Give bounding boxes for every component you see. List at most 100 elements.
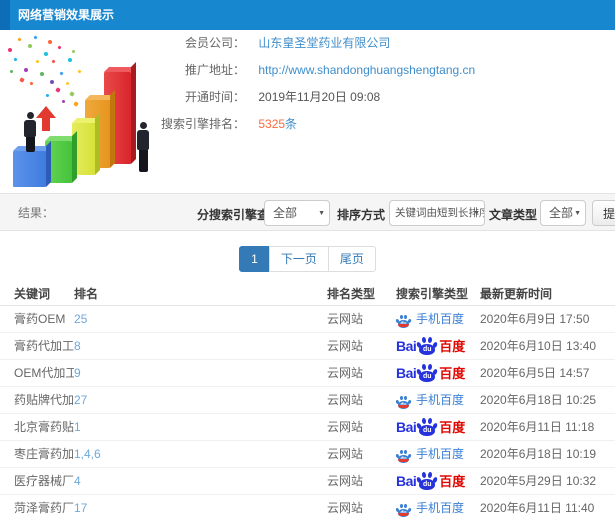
article-type-label: 文章类型 — [489, 208, 538, 222]
baidu-logo: Bai du 百度 — [396, 468, 465, 494]
keyword-cell: 菏泽膏药厂家 — [14, 501, 74, 515]
up-arrow-icon — [36, 106, 56, 131]
businessman-figure-right — [137, 122, 149, 172]
mobile-baidu-label: 手机百度 — [416, 311, 465, 326]
rank-link[interactable]: 27 — [74, 387, 327, 413]
rank-link[interactable]: 1 — [74, 414, 327, 440]
engine-cell: Bai du 百度 — [396, 468, 480, 494]
promo-url-link[interactable]: http://www.shandonghuangshengtang.cn — [258, 63, 475, 77]
baidu-wordmark: Bai — [396, 418, 417, 435]
table-row: 枣庄膏药加工 1,4,6 云网站 du 手机百度 2020年6月18日 10:19 — [0, 441, 615, 468]
marketing-report-page: 网络营销效果展示 会员公司： 山东皇圣堂药业有限公司 推广地址： http://… — [0, 0, 615, 520]
rank-type-cell: 云网站 — [327, 393, 364, 407]
keyword-cell: 药贴牌代加工 — [14, 393, 74, 407]
mobile-baidu-logo: du 手机百度 — [396, 495, 464, 520]
mobile-baidu-label: 手机百度 — [416, 500, 465, 515]
header-updated: 最新更新时间 — [480, 287, 553, 301]
member-company-row: 会员公司： 山东皇圣堂药业有限公司 — [0, 30, 615, 57]
updated-cell: 2020年6月10日 13:40 — [480, 339, 597, 353]
last-page-button[interactable]: 尾页 — [327, 246, 376, 272]
updated-cell: 2020年6月18日 10:19 — [480, 447, 597, 461]
ranking-count-suffix[interactable]: 条 — [285, 117, 297, 131]
updated-cell: 2020年6月9日 17:50 — [480, 312, 590, 326]
rank-link[interactable]: 4 — [74, 468, 327, 494]
rank-type-cell: 云网站 — [327, 501, 364, 515]
mobile-baidu-label: 手机百度 — [416, 446, 465, 461]
member-company-label: 会员公司： — [184, 36, 245, 50]
baidu-paw-icon: du — [416, 363, 439, 382]
mobile-baidu-logo: du 手机百度 — [396, 441, 464, 467]
keyword-cell: OEM代加工 — [14, 366, 74, 380]
next-page-button[interactable]: 下一页 — [268, 246, 329, 272]
keyword-cell: 北京膏药贴牌 — [14, 420, 74, 434]
updated-cell: 2020年6月11日 11:18 — [480, 420, 595, 434]
sort-select[interactable]: 关键词由短到长排序 ▼ — [389, 200, 485, 226]
engine-cell: du 手机百度 — [396, 306, 480, 332]
baidu-cn-label: 百度 — [439, 338, 466, 354]
result-label: 结果： — [18, 206, 55, 220]
engine-cell: Bai du 百度 — [396, 360, 480, 386]
table-row: 北京膏药贴牌 1 云网站 Baidu百度 2020年6月11日 11:18 — [0, 414, 615, 441]
submit-button[interactable]: 提交 — [592, 200, 615, 226]
engine-cell: Bai du 百度 — [396, 333, 480, 359]
header-rank-type: 排名类型 — [327, 287, 376, 301]
engine-select[interactable]: 全部 ▼ — [264, 200, 330, 226]
bar-blue — [13, 151, 46, 187]
header-rank: 排名 — [74, 287, 99, 301]
rank-link[interactable]: 1,4,6 — [74, 441, 327, 467]
table-row: 膏药代加工 8 云网站 Bai du 百度 2020年6月10日 13:40 — [0, 333, 615, 360]
baidu-wordmark: Bai — [396, 337, 417, 354]
baidu-logo: Bai du 百度 — [396, 333, 465, 359]
baidu-wordmark: Bai — [396, 472, 417, 489]
member-company-link[interactable]: 山东皇圣堂药业有限公司 — [258, 36, 390, 50]
rank-link[interactable]: 25 — [74, 306, 327, 332]
rank-type-cell: 云网站 — [327, 420, 364, 434]
rank-link[interactable]: 9 — [74, 360, 327, 386]
rank-type-cell: 云网站 — [327, 312, 364, 326]
table-row: 医疗器械厂家 4 云网站 Baidu百度 2020年5月29日 10:32 — [0, 468, 615, 495]
table-row: 菏泽膏药厂家 17 云网站 du 手机百度 2020年6月11日 11:40 — [0, 495, 615, 520]
baidu-cn-label: 百度 — [439, 419, 466, 435]
engine-cell: du 手机百度 — [396, 495, 480, 520]
table-header-row: 关键词 排名 排名类型 搜索引擎类型 最新更新时间 — [0, 283, 615, 306]
mobile-baidu-logo: du 手机百度 — [396, 387, 464, 413]
mobile-baidu-icon: du — [396, 500, 412, 517]
mobile-baidu-icon: du — [396, 311, 412, 328]
chevron-down-icon: ▼ — [574, 210, 581, 217]
title-bar-accent — [0, 0, 10, 30]
rank-link[interactable]: 8 — [74, 333, 327, 359]
baidu-paw-icon: du — [416, 471, 439, 490]
sort-filter-label: 排序方式 — [337, 208, 386, 222]
baidu-paw-icon: du — [416, 417, 439, 436]
keyword-cell: 枣庄膏药加工 — [14, 447, 74, 461]
engine-cell: du 手机百度 — [396, 387, 480, 413]
engine-cell: Bai du 百度 — [396, 414, 480, 440]
baidu-logo: Bai du 百度 — [396, 360, 465, 386]
rank-type-cell: 云网站 — [327, 366, 364, 380]
mobile-baidu-logo: du 手机百度 — [396, 306, 464, 332]
updated-cell: 2020年6月5日 14:57 — [480, 366, 590, 380]
rank-type-cell: 云网站 — [327, 474, 364, 488]
rank-type-cell: 云网站 — [327, 339, 364, 353]
filter-bar: 结果： 分搜索引擎查看 全部 ▼ 排序方式 关键词由短到长排序 ▼ 文章类型 全部 ▼… — [0, 193, 615, 231]
updated-cell: 2020年5月29日 10:32 — [480, 474, 597, 488]
title-bar: 网络营销效果展示 — [0, 0, 615, 30]
keyword-cell: 医疗器械厂家 — [14, 474, 74, 488]
page-1-button[interactable]: 1 — [239, 246, 270, 272]
baidu-logo: Bai du 百度 — [396, 414, 465, 440]
page-title: 网络营销效果展示 — [18, 8, 115, 22]
table-body: 膏药OEM 25 云网站 du 手机百度 2020年6月9日 17:50 膏药代加… — [0, 306, 615, 520]
pagination: 1 下一页 尾页 — [0, 246, 615, 272]
article-type-select[interactable]: 全部 ▼ — [540, 200, 586, 226]
promo-url-row: 推广地址： http://www.shandonghuangshengtang.… — [0, 57, 615, 84]
mobile-baidu-icon: du — [396, 446, 412, 463]
rankings-table: 关键词 排名 排名类型 搜索引擎类型 最新更新时间 膏药OEM 25 云网站 d… — [0, 283, 615, 520]
baidu-paw-icon: du — [416, 336, 439, 355]
rank-link[interactable]: 17 — [74, 495, 327, 520]
table-row: 药贴牌代加工 27 云网站 du 手机百度 2020年6月18日 10:25 — [0, 387, 615, 414]
keyword-cell: 膏药OEM — [14, 312, 66, 326]
open-time-value: 2019年11月20日 09:08 — [258, 90, 381, 104]
keyword-cell: 膏药代加工 — [14, 339, 74, 353]
ranking-count-value: 5325 — [258, 117, 286, 131]
table-row: 膏药OEM 25 云网站 du 手机百度 2020年6月9日 17:50 — [0, 306, 615, 333]
